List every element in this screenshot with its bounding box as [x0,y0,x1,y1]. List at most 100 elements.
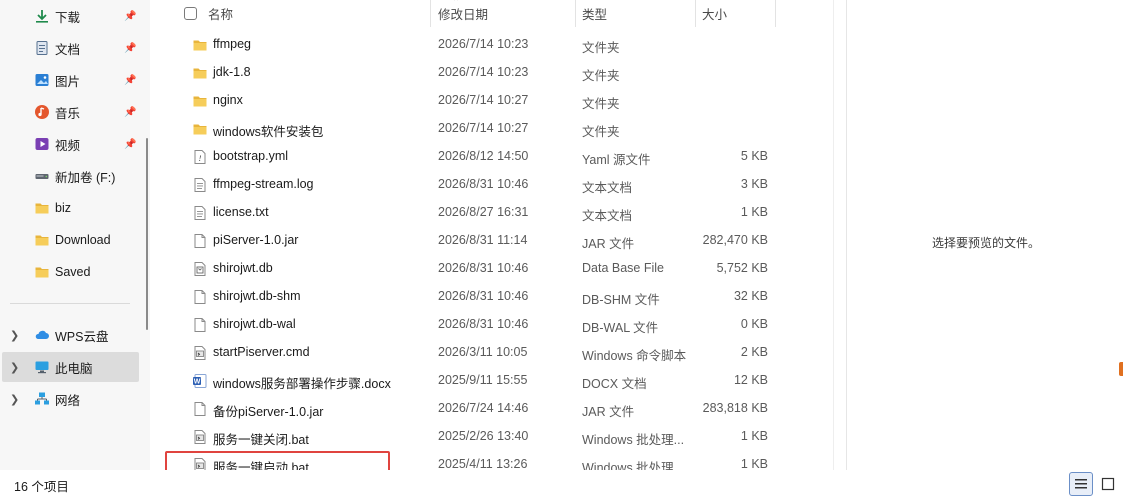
drive-icon [34,168,50,184]
file-date: 2026/7/14 10:23 [438,65,529,79]
status-bar: 16 个项目 [0,470,1123,497]
file-type: DB-SHM 文件 [582,293,660,307]
nav-scrollbar[interactable] [146,138,148,330]
nav-item-biz[interactable]: biz [0,193,148,223]
file-size: 1 KB [740,429,768,443]
file-list-scrollbar[interactable] [833,0,834,470]
file-type: DB-WAL 文件 [582,321,659,335]
pin-icon[interactable]: 📌 [124,75,136,86]
nav-item-item[interactable]: 图片 📌 [0,65,148,95]
folder-icon [34,200,50,216]
column-header-size[interactable]: 大小 [702,0,772,27]
nav-item-item[interactable]: 音乐 📌 [0,97,148,127]
file-name: piServer-1.0.jar [213,233,299,247]
file-size: 1 KB [740,457,768,471]
download-icon [34,8,50,24]
file-name: shirojwt.db-shm [213,289,301,303]
script-file-icon [192,345,208,361]
computer-icon [34,359,50,375]
folder-icon [34,232,50,248]
file-name: ffmpeg-stream.log [213,177,314,191]
nav-item-item[interactable]: 下载 📌 [0,1,148,31]
column-header-date[interactable]: 修改日期 [438,0,573,27]
chevron-right-icon[interactable]: ❯ [10,329,19,342]
file-row[interactable]: license.txt 2026/8/27 16:31 文本文档 1 KB [150,199,790,227]
nav-item-item[interactable]: 文档 📌 [0,33,148,63]
file-size: 12 KB [733,373,768,387]
file-size: 283,818 KB [702,401,768,415]
nav-item-label: biz [55,201,71,215]
details-view-button[interactable] [1069,472,1093,496]
folder-icon [192,65,208,81]
file-row[interactable]: 服务一键关闭.bat 2025/2/26 13:40 Windows 批处理... 1… [150,423,790,451]
file-row[interactable]: shirojwt.db-wal 2026/8/31 10:46 DB-WAL 文件 0… [150,311,790,339]
file-row[interactable]: shirojwt.db-shm 2026/8/31 10:46 DB-SHM 文件 3… [150,283,790,311]
column-header-name[interactable]: 名称 [208,0,426,27]
file-date: 2025/2/26 13:40 [438,429,529,443]
chevron-right-icon[interactable]: ❯ [10,393,19,406]
file-name: license.txt [213,205,269,219]
pin-icon[interactable]: 📌 [124,139,136,150]
nav-item-item[interactable]: 视频 📌 [0,129,148,159]
chevron-right-icon[interactable]: ❯ [10,361,19,374]
column-divider[interactable] [575,0,576,27]
word-document-icon: W [192,373,208,389]
file-date: 2026/8/31 10:46 [438,289,529,303]
column-header-type-label: 类型 [582,8,608,22]
file-row[interactable]: 备份piServer-1.0.jar 2026/7/24 14:46 JAR 文件 2… [150,395,790,423]
column-divider[interactable] [430,0,431,27]
file-type: 文本文档 [582,181,633,195]
file-size: 2 KB [740,345,768,359]
file-type: 文件夹 [582,125,620,139]
file-list: ⌃ 名称 修改日期 类型 大小 ffmpeg 2026/7/14 10:23 文件夹… [150,0,845,475]
navigation-pane: 下载 📌 文档 📌 图片 📌 音乐 📌 视频 📌 新加卷 (F:) biz Download Saved ❯… [0,0,150,470]
file-row[interactable]: Wwindows服务部署操作步骤.docx 2025/9/11 15:55 DOCX… [150,367,790,395]
nav-tree-label: 此电脑 [55,361,93,376]
large-icons-view-button[interactable] [1096,472,1120,496]
nav-item-download[interactable]: Download [0,225,148,255]
column-header-type[interactable]: 类型 [582,0,692,27]
blank-file-icon [192,401,208,417]
nav-tree-network[interactable]: ❯ 网络 [0,384,148,414]
text-file-icon [192,177,208,193]
preview-message: 选择要预览的文件。 [932,236,1041,250]
nav-item-f[interactable]: 新加卷 (F:) [0,161,148,191]
select-all-checkbox[interactable] [184,7,197,20]
file-name: windows服务部署操作步骤.docx [213,377,391,391]
file-type: 文件夹 [582,69,620,83]
item-count: 16 个项目 [14,480,69,494]
file-row[interactable]: windows软件安装包 2026/7/14 10:27 文件夹 [150,115,790,143]
details-view-icon [1075,479,1087,489]
pin-icon[interactable]: 📌 [124,11,136,22]
edge-tab-marker[interactable] [1119,362,1123,376]
file-date: 2026/7/14 10:27 [438,93,529,107]
file-row[interactable]: ! bootstrap.yml 2026/8/12 14:50 Yaml 源文件 5 K… [150,143,790,171]
pin-icon[interactable]: 📌 [124,43,136,54]
column-divider[interactable] [695,0,696,27]
file-row[interactable]: ffmpeg-stream.log 2026/8/31 10:46 文本文档 3 KB [150,171,790,199]
blank-file-icon [192,289,208,305]
file-date: 2026/7/24 14:46 [438,401,529,415]
file-date: 2026/8/12 14:50 [438,149,529,163]
nav-item-label: Saved [55,265,91,279]
column-divider[interactable] [775,0,776,27]
file-row[interactable]: jdk-1.8 2026/7/14 10:23 文件夹 [150,59,790,87]
file-row[interactable]: ffmpeg 2026/7/14 10:23 文件夹 [150,31,790,59]
file-row[interactable]: nginx 2026/7/14 10:27 文件夹 [150,87,790,115]
file-row[interactable]: startPiserver.cmd 2026/3/11 10:05 Windows … [150,339,790,367]
nav-item-label: 图片 [55,74,81,89]
file-date: 2026/8/31 10:46 [438,177,529,191]
nav-item-saved[interactable]: Saved [0,257,148,287]
nav-item-label: 视频 [55,138,81,153]
file-date: 2026/3/11 10:05 [438,345,528,359]
nav-tree-cloud[interactable]: ❯ WPS云盘 [0,320,148,350]
pin-icon[interactable]: 📌 [124,107,136,118]
file-date: 2026/8/31 10:46 [438,317,529,331]
file-name: startPiserver.cmd [213,345,310,359]
nav-tree-computer[interactable]: ❯ 此电脑 [2,352,139,382]
file-row[interactable]: piServer-1.0.jar 2026/8/31 11:14 JAR 文件 282… [150,227,790,255]
file-type: Windows 命令脚本 [582,349,687,363]
file-name: 服务一键关闭.bat [213,433,309,447]
column-header-name-label: 名称 [208,8,234,22]
file-row[interactable]: shirojwt.db 2026/8/31 10:46 Data Base File… [150,255,790,283]
